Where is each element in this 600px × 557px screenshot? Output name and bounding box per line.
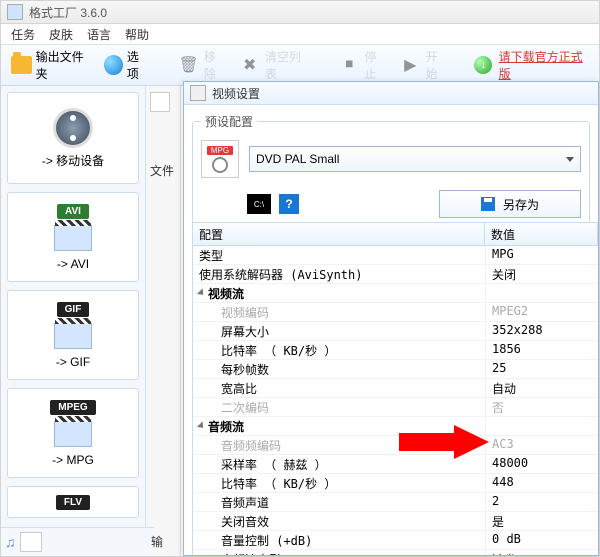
clapboard-icon bbox=[54, 421, 92, 447]
left-pane: -> 移动设备 AVI -> AVI GIF -> GIF MPEG -> MP… bbox=[1, 86, 146, 556]
menu-help[interactable]: 帮助 bbox=[125, 26, 149, 43]
chevron-down-icon bbox=[566, 157, 574, 162]
start-icon: ▶ bbox=[399, 53, 422, 77]
help-icon[interactable]: ? bbox=[279, 194, 299, 214]
table-body: 类型MPG使用系统解码器 (AviSynth)关闭视频流视频编码MPEG2屏幕大… bbox=[193, 246, 598, 555]
folder-icon bbox=[11, 56, 32, 74]
preset-value: DVD PAL Small bbox=[256, 152, 339, 166]
format-card-gif[interactable]: GIF -> GIF bbox=[7, 290, 139, 380]
download-icon: ↓ bbox=[472, 53, 495, 77]
output-folder-label: 输出文件夹 bbox=[36, 48, 92, 82]
table-row[interactable]: 宽高比自动 bbox=[193, 379, 598, 398]
globe-icon bbox=[104, 55, 123, 75]
table-row[interactable]: 每秒帧数25 bbox=[193, 360, 598, 379]
mpg-format-icon: MPG bbox=[201, 140, 239, 178]
table-row[interactable]: 音量控制 (+dB)0 dB bbox=[193, 531, 598, 550]
format-card-avi[interactable]: AVI -> AVI bbox=[7, 192, 139, 282]
cmd-icon[interactable]: C:\ bbox=[247, 194, 271, 214]
options-label: 选项 bbox=[127, 48, 150, 82]
table-row[interactable]: 音频流 bbox=[193, 417, 598, 436]
dialog-title: 视频设置 bbox=[212, 85, 260, 102]
preset-group-label: 预设配置 bbox=[201, 113, 257, 130]
preset-groupbox: 预设配置 MPG DVD PAL Small C:\ ? 另存为 bbox=[192, 113, 590, 229]
main-toolbar: 输出文件夹 选项 🗑 移除 ✖ 清空列表 ⏹ 停止 ▶ 开始 ↓ 请下 bbox=[1, 44, 599, 86]
small-icon bbox=[150, 92, 170, 112]
clear-list-button[interactable]: ✖ 清空列表 bbox=[234, 46, 314, 84]
table-row[interactable]: 音频声道2 bbox=[193, 493, 598, 512]
table-row[interactable]: 视频编码MPEG2 bbox=[193, 303, 598, 322]
clapboard-icon bbox=[54, 323, 92, 349]
clear-icon: ✖ bbox=[238, 53, 261, 77]
table-row[interactable]: 音频频编码AC3 bbox=[193, 436, 598, 455]
output-folder-button[interactable]: 输出文件夹 bbox=[7, 46, 96, 84]
flv-badge: FLV bbox=[56, 495, 90, 510]
stop-icon: ⏹ bbox=[338, 53, 361, 77]
stop-button[interactable]: ⏹ 停止 bbox=[334, 46, 391, 84]
dialog-titlebar: 视频设置 bbox=[184, 82, 598, 105]
save-as-label: 另存为 bbox=[503, 196, 539, 213]
menu-skin[interactable]: 皮肤 bbox=[49, 26, 73, 43]
remove-button[interactable]: 🗑 移除 bbox=[173, 46, 230, 84]
save-icon bbox=[481, 197, 495, 211]
mpg-label: -> MPG bbox=[52, 453, 94, 467]
clear-list-label: 清空列表 bbox=[265, 48, 310, 82]
stop-label: 停止 bbox=[365, 48, 388, 82]
table-row[interactable]: 屏幕大小352x288 bbox=[193, 322, 598, 341]
film-reel-icon bbox=[53, 108, 93, 148]
remove-icon: 🗑 bbox=[177, 53, 200, 77]
menu-task[interactable]: 任务 bbox=[11, 26, 35, 43]
table-row[interactable]: 比特率 （ KB/秒 ）448 bbox=[193, 474, 598, 493]
col-value[interactable]: 数值 bbox=[485, 223, 598, 245]
format-card-mpg[interactable]: MPEG -> MPG bbox=[7, 388, 139, 478]
table-row[interactable]: 二次编码否 bbox=[193, 398, 598, 417]
save-as-button[interactable]: 另存为 bbox=[439, 190, 581, 218]
app-window: 格式工厂 3.6.0 任务 皮肤 语言 帮助 输出文件夹 选项 🗑 移除 ✖ 清… bbox=[0, 0, 600, 557]
table-row[interactable]: 类型MPG bbox=[193, 246, 598, 265]
col-setting[interactable]: 配置 bbox=[193, 223, 485, 245]
preset-dropdown[interactable]: DVD PAL Small bbox=[249, 146, 581, 172]
gif-label: -> GIF bbox=[56, 355, 90, 369]
output-short-label: 输 bbox=[151, 533, 163, 550]
download-official-button[interactable]: ↓ 请下载官方正式版 bbox=[468, 46, 593, 84]
window-title: 格式工厂 3.6.0 bbox=[29, 4, 107, 21]
music-icon[interactable]: ♫ bbox=[5, 534, 16, 550]
table-header: 配置 数值 bbox=[193, 223, 598, 246]
table-row[interactable]: 音频流索引缺省 bbox=[193, 550, 598, 555]
table-row[interactable]: 视频流 bbox=[193, 284, 598, 303]
format-card-flv[interactable]: FLV bbox=[7, 486, 139, 518]
table-row[interactable]: 采样率 （ 赫兹 ）48000 bbox=[193, 455, 598, 474]
table-row[interactable]: 使用系统解码器 (AviSynth)关闭 bbox=[193, 265, 598, 284]
mpg-tag: MPG bbox=[207, 146, 233, 155]
download-official-label: 请下载官方正式版 bbox=[499, 48, 589, 82]
options-button[interactable]: 选项 bbox=[100, 46, 153, 84]
mobile-device-label: -> 移动设备 bbox=[42, 152, 104, 169]
menubar: 任务 皮肤 语言 帮助 bbox=[1, 24, 599, 44]
bottom-strip: ♫ bbox=[1, 527, 154, 556]
app-icon bbox=[7, 4, 23, 20]
file-label: 文件 bbox=[150, 162, 176, 179]
mobile-device-card[interactable]: -> 移动设备 bbox=[7, 92, 139, 184]
table-row[interactable]: 比特率 （ KB/秒 ）1856 bbox=[193, 341, 598, 360]
avi-badge: AVI bbox=[57, 204, 89, 219]
start-button[interactable]: ▶ 开始 bbox=[395, 46, 452, 84]
mpeg-badge: MPEG bbox=[50, 400, 95, 415]
titlebar: 格式工厂 3.6.0 bbox=[1, 1, 599, 24]
clapboard-icon bbox=[54, 225, 92, 251]
menu-lang[interactable]: 语言 bbox=[87, 26, 111, 43]
start-label: 开始 bbox=[426, 48, 449, 82]
red-arrow-annotation bbox=[399, 425, 489, 459]
bottom-icon bbox=[20, 532, 42, 552]
video-settings-dialog: 视频设置 预设配置 MPG DVD PAL Small C:\ ? bbox=[183, 81, 599, 556]
avi-label: -> AVI bbox=[57, 257, 89, 271]
table-row[interactable]: 关闭音效是 bbox=[193, 512, 598, 531]
settings-table: 配置 数值 类型MPG使用系统解码器 (AviSynth)关闭视频流视频编码MP… bbox=[192, 222, 598, 555]
dialog-icon bbox=[190, 85, 206, 101]
remove-label: 移除 bbox=[204, 48, 227, 82]
gif-badge: GIF bbox=[57, 302, 90, 317]
mid-pane: 文件 bbox=[146, 86, 181, 556]
